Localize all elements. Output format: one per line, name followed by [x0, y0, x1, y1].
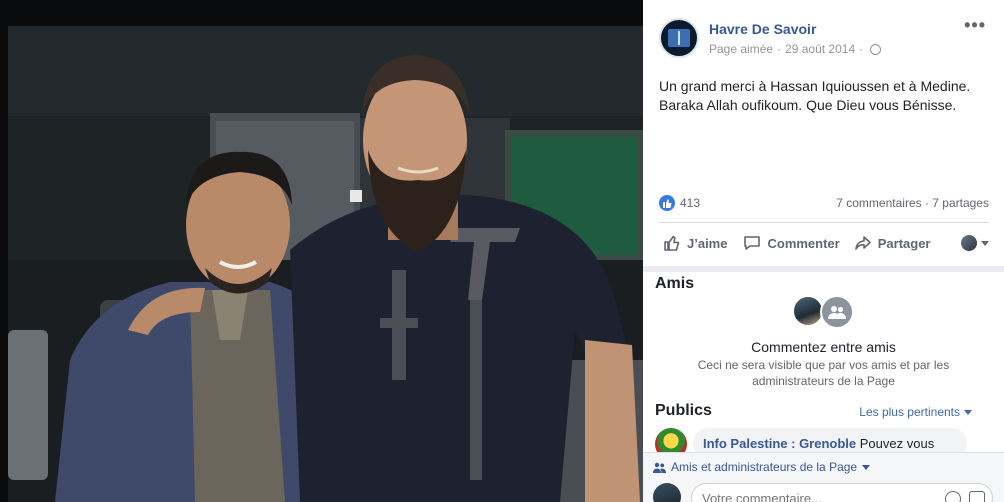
comment-label: Commenter: [767, 235, 840, 251]
meta-separator: ·: [777, 42, 782, 56]
friend-avatars: [792, 295, 858, 329]
avatar: [653, 483, 681, 502]
reactions-row: 413 7 commentaires · 7 partages: [659, 193, 989, 213]
book-logo-icon: [668, 29, 690, 47]
post-header: Havre De Savoir Page aimée · 29 août 201…: [643, 0, 1004, 64]
sort-label: Les plus pertinents: [859, 405, 960, 419]
like-count: 413: [680, 196, 701, 210]
friends-subtext: Ceci ne sera visible que par vos amis et…: [697, 358, 950, 388]
post-date-link[interactable]: 29 août 2014: [785, 42, 855, 56]
thumbs-up-outline-icon: [664, 235, 680, 251]
people-icon: [653, 462, 666, 473]
speech-bubble-icon: [744, 236, 761, 250]
post-side-panel: Havre De Savoir Page aimée · 29 août 201…: [643, 0, 1004, 502]
friends-prompt: Commentez entre amis: [751, 339, 896, 355]
chevron-down-icon: [981, 240, 989, 246]
section-divider: [643, 266, 1004, 272]
comments-shares-count[interactable]: 7 commentaires · 7 partages: [836, 196, 989, 210]
reaction-summary[interactable]: 413: [659, 195, 700, 211]
friends-section-title: Amis: [655, 275, 695, 292]
share-arrow-icon: [854, 236, 871, 250]
avatar: [961, 235, 977, 251]
page-name-link[interactable]: Havre De Savoir: [709, 21, 816, 37]
people-icon: [820, 295, 854, 329]
share-label: Partager: [877, 235, 931, 251]
globe-icon[interactable]: [870, 43, 882, 55]
comment-audience-filter[interactable]: Amis et administrateurs de la Page: [653, 460, 871, 474]
post-actions: J’aime Commenter Partager: [659, 228, 989, 258]
comment-as-selector[interactable]: [961, 235, 989, 251]
comment-composer: Amis et administrateurs de la Page: [643, 452, 1004, 502]
sticker-icon[interactable]: [969, 491, 985, 502]
page-liked-label: Page aimée: [709, 42, 774, 56]
smiley-icon[interactable]: [945, 491, 961, 502]
meta-separator: ·: [859, 42, 864, 56]
page-avatar[interactable]: [659, 18, 699, 58]
photo-viewer[interactable]: [0, 0, 643, 502]
chevron-down-icon: [862, 464, 871, 470]
post-text: Un grand merci à Hassan Iquioussen et à …: [659, 78, 971, 113]
comment-sort-dropdown[interactable]: Les plus pertinents: [859, 405, 972, 419]
comment-button[interactable]: Commenter: [743, 234, 840, 252]
comment-text: Pouvez vous: [859, 436, 935, 451]
like-button[interactable]: J’aime: [663, 234, 727, 252]
more-options-button[interactable]: •••: [964, 16, 986, 34]
divider: [659, 222, 989, 223]
like-label: J’aime: [687, 235, 728, 251]
post-photo: [0, 0, 643, 502]
publics-section-title: Publics: [655, 402, 712, 419]
thumbs-up-icon: [659, 195, 675, 211]
share-button[interactable]: Partager: [854, 234, 931, 252]
audience-filter-label: Amis et administrateurs de la Page: [671, 460, 858, 474]
comment-author-link[interactable]: Info Palestine : Grenoble: [703, 436, 856, 451]
chevron-down-icon: [964, 409, 972, 415]
post-meta: Page aimée · 29 août 2014 ·: [709, 42, 882, 56]
